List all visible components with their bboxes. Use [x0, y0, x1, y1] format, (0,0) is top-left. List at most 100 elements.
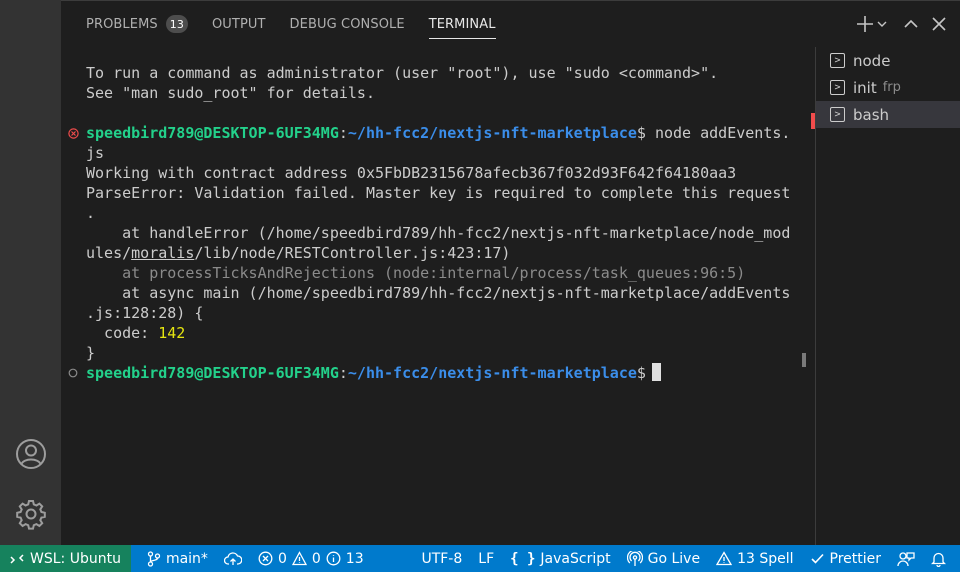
error-code-value: 142	[158, 324, 186, 342]
terminal-cursor	[651, 363, 661, 381]
info-icon	[326, 551, 341, 566]
terminal-tabs-list: > node > init frp > bash	[815, 47, 960, 546]
terminal-line: at async main (/home/speedbird789/hh-fcc…	[86, 284, 791, 302]
tab-problems[interactable]: PROBLEMS 13	[61, 1, 200, 47]
cloud-upload-icon	[223, 551, 242, 565]
broadcast-icon	[626, 550, 643, 566]
terminal-tab-node[interactable]: > node	[816, 47, 960, 74]
branch-label: main*	[165, 550, 208, 567]
language-label: JavaScript	[540, 550, 611, 567]
terminal-output[interactable]: To run a command as administrator (user …	[61, 47, 815, 546]
info-count: 13	[345, 550, 364, 567]
accounts-icon[interactable]	[14, 437, 48, 471]
prompt-path: ~/hh-fcc2/nextjs-nft-marketplace	[347, 124, 637, 142]
notifications-button[interactable]	[923, 545, 960, 572]
error-count: 0	[277, 550, 287, 567]
terminal-text: code:	[86, 324, 159, 342]
git-branch[interactable]: main*	[139, 545, 216, 572]
remote-indicator[interactable]: WSL: Ubuntu	[0, 545, 131, 572]
prompt-path: ~/hh-fcc2/nextjs-nft-marketplace	[347, 364, 637, 382]
problems-count-badge: 13	[165, 15, 188, 33]
sync-button[interactable]	[216, 545, 250, 572]
prompt-dollar: $	[636, 364, 646, 382]
language-mode-selector[interactable]: { } JavaScript	[502, 545, 618, 572]
terminal-icon: >	[830, 53, 845, 68]
bell-icon	[931, 552, 946, 567]
terminal-prompt-line: speedbird789@DESKTOP-6UF34MG:~/hh-fcc2/n…	[86, 123, 790, 143]
terminal-line: at processTicksAndRejections (node:inter…	[86, 264, 746, 282]
branch-icon	[147, 550, 161, 567]
terminal-line: To run a command as administrator (user …	[86, 64, 719, 82]
terminal-tab-description: frp	[882, 80, 901, 95]
terminal-prompt-line: speedbird789@DESKTOP-6UF34MG:~/hh-fcc2/n…	[86, 363, 661, 383]
problems-summary[interactable]: 0 0 13	[250, 545, 372, 572]
terminal-line: See "man sudo_root" for details.	[86, 84, 375, 102]
spell-check-status[interactable]: 13 Spell	[708, 545, 801, 572]
warning-count: 0	[311, 550, 321, 567]
terminal-text: ules/	[86, 244, 132, 262]
tab-debug-console[interactable]: DEBUG CONSOLE	[278, 1, 417, 47]
check-icon	[810, 553, 824, 564]
file-link[interactable]: moralis	[131, 244, 194, 262]
tab-terminal-label: TERMINAL	[428, 16, 496, 32]
remote-icon	[10, 553, 24, 564]
command-failed-decoration-icon[interactable]	[67, 123, 79, 143]
terminal-line: ParseError: Validation failed. Master ke…	[86, 184, 791, 202]
prompt-user: speedbird789@DESKTOP-6UF34MG	[86, 364, 339, 382]
terminal-tab-bash[interactable]: > bash	[816, 101, 960, 128]
terminal-icon: >	[830, 80, 845, 95]
spell-label: 13 Spell	[737, 550, 794, 567]
terminal-line: }	[86, 344, 96, 362]
prompt-user: speedbird789@DESKTOP-6UF34MG	[86, 124, 339, 142]
maximize-panel-chevron-up-icon[interactable]	[900, 13, 922, 35]
terminal-tab-name: bash	[853, 105, 890, 124]
terminal-line: Working with contract address 0x5FbDB231…	[86, 164, 737, 182]
warning-icon	[716, 551, 733, 566]
warning-icon	[291, 551, 307, 566]
terminal-tab-name: node	[853, 51, 891, 70]
braces-icon: { }	[510, 550, 536, 567]
tab-debug-console-label: DEBUG CONSOLE	[289, 16, 405, 32]
prompt-separator: :	[338, 364, 348, 382]
panel-actions	[854, 1, 960, 47]
terminal-line: .	[86, 204, 96, 222]
manage-gear-icon[interactable]	[14, 497, 48, 531]
terminal-line: js	[86, 144, 105, 162]
tab-output-label: OUTPUT	[211, 16, 266, 32]
tab-terminal[interactable]: TERMINAL	[417, 1, 508, 47]
feedback-person-icon	[897, 551, 915, 566]
terminal-line: code: 142	[86, 323, 185, 343]
feedback-button[interactable]	[889, 545, 923, 572]
terminal-text: /lib/node/RESTController.js:423:17)	[194, 244, 511, 262]
error-icon	[258, 551, 273, 566]
terminal-tab-name: init	[853, 78, 877, 97]
remote-label: WSL: Ubuntu	[30, 550, 121, 567]
tab-output[interactable]: OUTPUT	[200, 1, 278, 47]
eol-label: LF	[478, 550, 495, 567]
activity-bar	[0, 0, 61, 545]
go-live-button[interactable]: Go Live	[619, 545, 708, 572]
terminal-profile-chevron-down-icon[interactable]	[876, 13, 888, 35]
go-live-label: Go Live	[647, 550, 701, 567]
prettier-status[interactable]: Prettier	[802, 545, 890, 572]
panel-tabs: PROBLEMS 13 OUTPUT DEBUG CONSOLE TERMINA…	[61, 1, 821, 47]
eol-selector[interactable]: LF	[470, 545, 502, 572]
terminal-tab-init[interactable]: > init frp	[816, 74, 960, 101]
command-decoration-icon[interactable]	[67, 363, 79, 383]
encoding-selector[interactable]: UTF-8	[413, 545, 470, 572]
terminal-panel: PROBLEMS 13 OUTPUT DEBUG CONSOLE TERMINA…	[61, 0, 960, 546]
terminal-icon: >	[830, 107, 845, 122]
prompt-dollar: $	[636, 124, 646, 142]
new-terminal-plus-icon[interactable]	[854, 13, 876, 35]
status-bar: WSL: Ubuntu main* 0 0 13 UTF-8 LF { } Ja…	[0, 545, 960, 572]
prettier-label: Prettier	[829, 550, 882, 567]
terminal-line: at handleError (/home/speedbird789/hh-fc…	[86, 224, 791, 242]
prompt-separator: :	[338, 124, 348, 142]
tab-problems-label: PROBLEMS	[86, 16, 158, 32]
terminal-line: .js:128:28) {	[86, 304, 204, 322]
status-right: UTF-8 LF { } JavaScript Go Live 13 Spell…	[413, 545, 960, 572]
terminal-line: ules/moralis/lib/node/RESTController.js:…	[86, 243, 510, 263]
close-panel-icon[interactable]	[928, 13, 950, 35]
terminal-scrollbar-marker[interactable]	[802, 353, 806, 367]
encoding-label: UTF-8	[421, 550, 463, 567]
